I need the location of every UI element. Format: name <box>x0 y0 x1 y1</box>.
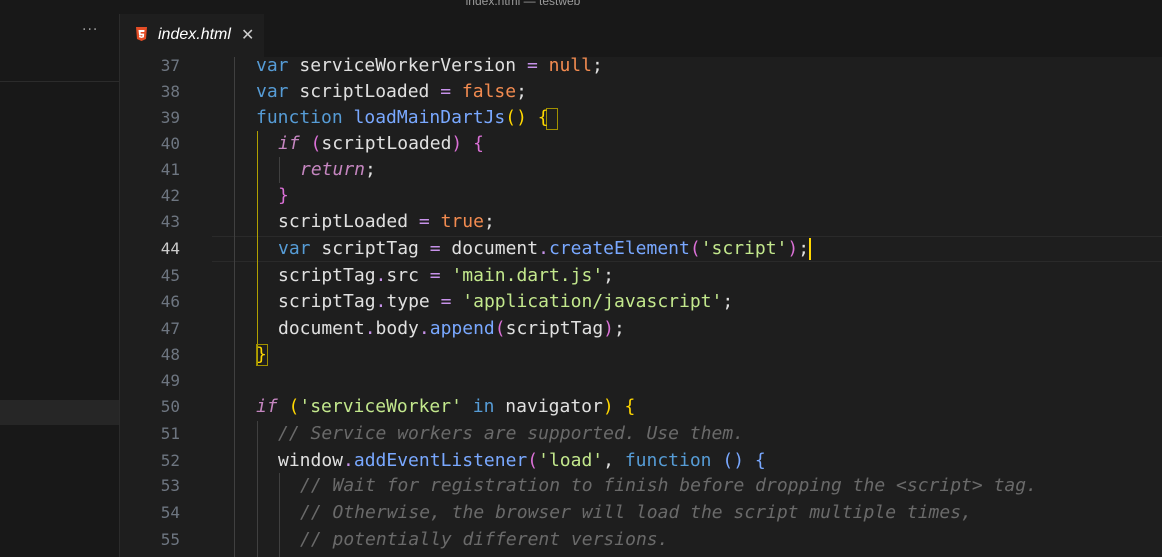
code-line: window.addEventListener('load', function… <box>278 450 766 471</box>
line-number: 51 <box>160 424 180 443</box>
line-number: 45 <box>160 266 180 285</box>
text-cursor <box>809 238 812 260</box>
code-line: } <box>256 344 267 365</box>
sidebar-divider <box>0 81 119 82</box>
code-comment: // Service workers are supported. Use th… <box>278 423 744 444</box>
line-number: 40 <box>160 134 180 153</box>
code-line: } <box>278 185 289 206</box>
line-number: 49 <box>160 371 180 390</box>
code-line-active: var scriptTag = document.createElement('… <box>278 238 812 260</box>
line-number: 43 <box>160 212 180 231</box>
sidebar-selected-item[interactable] <box>0 400 119 425</box>
line-number-gutter: 37 38 39 40 41 42 43 44 45 46 47 48 49 5… <box>120 57 180 557</box>
window-title: index.html — testweb <box>465 0 581 8</box>
more-actions-icon[interactable]: ··· <box>82 22 98 38</box>
title-bar: index.html — testweb <box>0 0 1162 14</box>
close-icon[interactable]: ✕ <box>241 25 254 44</box>
line-number: 39 <box>160 108 180 127</box>
indent-guide <box>279 157 280 183</box>
line-number: 38 <box>160 82 180 101</box>
line-number: 48 <box>160 345 180 364</box>
indent-guide <box>279 473 280 557</box>
tab-bar: index.html ✕ <box>120 14 1162 59</box>
line-number: 41 <box>160 160 180 179</box>
code-editor[interactable]: 37 38 39 40 41 42 43 44 45 46 47 48 49 5… <box>120 57 1162 557</box>
line-number: 47 <box>160 319 180 338</box>
code-comment: // Otherwise, the browser will load the … <box>300 502 972 523</box>
line-number: 37 <box>160 57 180 75</box>
code-comment: // potentially different versions. <box>300 529 669 550</box>
sidebar: ··· <box>0 14 120 557</box>
line-number: 46 <box>160 292 180 311</box>
code-comment: // Wait for registration to finish befor… <box>300 475 1037 496</box>
code-line: var serviceWorkerVersion = null; <box>256 57 603 76</box>
code-line: var scriptLoaded = false; <box>256 81 527 102</box>
tab-index-html[interactable]: index.html ✕ <box>120 14 264 59</box>
line-number: 42 <box>160 186 180 205</box>
code-line: scriptLoaded = true; <box>278 211 495 232</box>
code-line: if ('serviceWorker' in navigator) { <box>256 396 636 417</box>
html5-icon <box>136 27 147 41</box>
active-indent-guide <box>257 131 258 365</box>
code-line: function loadMainDartJs() { <box>256 107 549 128</box>
code-line: scriptTag.type = 'application/javascript… <box>278 291 734 312</box>
line-number: 55 <box>160 530 180 549</box>
code-line: if (scriptLoaded) { <box>278 133 484 154</box>
code-line: scriptTag.src = 'main.dart.js'; <box>278 265 614 286</box>
line-number: 52 <box>160 451 180 470</box>
indent-guide <box>257 421 258 557</box>
code-line: document.body.append(scriptTag); <box>278 318 625 339</box>
line-number: 53 <box>160 476 180 495</box>
line-number: 54 <box>160 503 180 522</box>
tab-label: index.html <box>158 26 231 43</box>
code-line: return; <box>300 159 376 180</box>
line-number: 50 <box>160 397 180 416</box>
indent-guide <box>234 57 235 557</box>
line-number-active: 44 <box>160 239 180 258</box>
